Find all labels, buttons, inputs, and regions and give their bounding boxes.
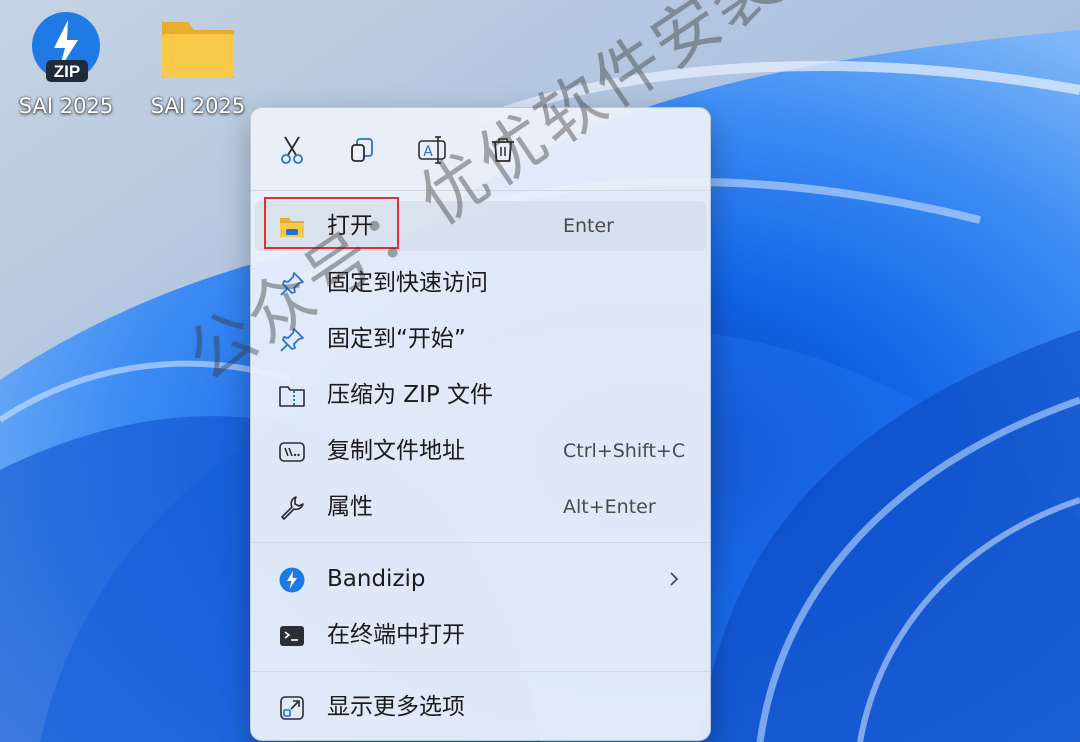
menu-item-shortcut: Ctrl+Shift+C bbox=[563, 440, 686, 462]
terminal-icon bbox=[279, 623, 305, 649]
pin-icon bbox=[279, 327, 305, 353]
bandizip-icon bbox=[279, 567, 305, 593]
menu-item-shortcut: Enter bbox=[563, 215, 614, 237]
copy-icon bbox=[351, 138, 373, 162]
wrench-icon bbox=[279, 495, 305, 521]
menu-item-label: 固定到快速访问 bbox=[327, 270, 488, 296]
menu-item-pin-quick-access[interactable]: 固定到快速访问 bbox=[255, 258, 706, 308]
show-more-icon bbox=[279, 695, 305, 721]
menu-item-pin-start[interactable]: 固定到“开始” bbox=[255, 314, 706, 364]
quick-actions-bar: A bbox=[251, 108, 710, 190]
separator bbox=[251, 542, 710, 543]
copy-path-icon bbox=[279, 439, 305, 465]
menu-item-bandizip[interactable]: Bandizip bbox=[255, 554, 706, 604]
desktop-icon-label: SAI 2025 bbox=[150, 94, 246, 118]
menu-item-copy-path[interactable]: 复制文件地址 Ctrl+Shift+C bbox=[255, 426, 706, 476]
context-menu: A 打开 Enter 固定到快速访问 固定到“开始” 压缩为 ZIP 文件 复制… bbox=[250, 107, 711, 741]
copy-button[interactable] bbox=[342, 130, 382, 170]
zip-badge-text: ZIP bbox=[54, 62, 80, 81]
menu-item-label: 压缩为 ZIP 文件 bbox=[327, 382, 494, 408]
menu-item-compress-zip[interactable]: 压缩为 ZIP 文件 bbox=[255, 370, 706, 420]
menu-item-shortcut: Alt+Enter bbox=[563, 496, 656, 518]
menu-item-show-more[interactable]: 显示更多选项 bbox=[255, 682, 706, 732]
annotation-highlight-box bbox=[264, 197, 399, 249]
folder-icon bbox=[158, 8, 238, 88]
menu-item-label: 属性 bbox=[327, 494, 373, 520]
pin-icon bbox=[279, 271, 305, 297]
bandizip-archive-icon: ZIP bbox=[26, 8, 106, 88]
menu-item-label: 显示更多选项 bbox=[327, 694, 465, 720]
desktop-icon-zip[interactable]: ZIP SAI 2025 bbox=[11, 8, 121, 128]
menu-item-open-terminal[interactable]: 在终端中打开 bbox=[255, 610, 706, 660]
cut-button[interactable] bbox=[272, 130, 312, 170]
menu-item-properties[interactable]: 属性 Alt+Enter bbox=[255, 482, 706, 532]
desktop-icon-folder[interactable]: SAI 2025 bbox=[143, 8, 253, 128]
scissors-icon bbox=[281, 136, 303, 164]
delete-button[interactable] bbox=[483, 130, 523, 170]
menu-item-label: Bandizip bbox=[327, 566, 426, 592]
trash-icon bbox=[492, 138, 514, 162]
desktop-icon-label: SAI 2025 bbox=[18, 94, 114, 118]
rename-button[interactable]: A bbox=[413, 130, 453, 170]
zip-folder-icon bbox=[279, 383, 305, 409]
menu-item-label: 固定到“开始” bbox=[327, 326, 466, 352]
menu-item-label: 复制文件地址 bbox=[327, 438, 465, 464]
chevron-right-icon bbox=[670, 572, 679, 586]
svg-text:A: A bbox=[423, 144, 433, 160]
separator bbox=[251, 671, 710, 672]
menu-item-label: 在终端中打开 bbox=[327, 622, 465, 648]
separator bbox=[251, 190, 710, 191]
rename-icon: A bbox=[418, 136, 446, 164]
